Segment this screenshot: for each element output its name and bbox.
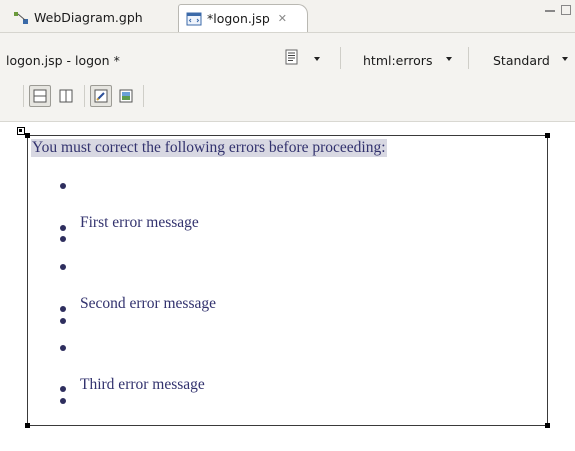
design-view-button[interactable] [90, 85, 112, 107]
split-vertical-icon [59, 89, 73, 103]
resize-handle[interactable] [545, 423, 550, 428]
chevron-down-icon[interactable] [562, 57, 568, 61]
tab-label: *logon.jsp [207, 11, 270, 26]
pencil-icon [94, 89, 108, 103]
tab-logon-jsp[interactable]: *logon.jsp ✕ [178, 4, 308, 32]
maximize-icon[interactable] [561, 5, 571, 15]
list-bullet [60, 318, 66, 324]
toolbar-separator [340, 47, 341, 69]
list-bullet [60, 183, 66, 189]
image-icon [119, 89, 133, 103]
list-bullet [60, 236, 66, 242]
toolbar-separator [143, 85, 144, 107]
minimize-icon[interactable] [545, 10, 555, 12]
list-bullet [60, 225, 66, 231]
web-diagram-icon [12, 10, 30, 26]
list-bullet [60, 264, 66, 270]
chevron-down-icon[interactable] [446, 57, 452, 61]
horizontal-split-button[interactable] [29, 85, 51, 107]
close-icon[interactable]: ✕ [278, 12, 287, 25]
preview-button[interactable] [115, 85, 137, 107]
toolbar-separator [23, 85, 24, 107]
list-bullet [60, 386, 66, 392]
document-title: logon.jsp - logon * [6, 53, 120, 68]
list-bullet [60, 345, 66, 351]
tag-select[interactable]: html:errors [363, 53, 432, 68]
resize-handle[interactable] [25, 133, 30, 138]
jsp-file-icon [185, 11, 203, 27]
editor-toolbar: logon.jsp - logon * html:errors Standard [0, 33, 575, 122]
editor-tab-bar: WebDiagram.gph *logon.jsp ✕ [0, 0, 575, 33]
mode-select[interactable]: Standard [493, 53, 550, 68]
chevron-down-icon[interactable] [314, 57, 320, 61]
toolbar-separator [468, 47, 469, 69]
tag-marker-icon[interactable] [17, 127, 25, 135]
resize-handle[interactable] [25, 423, 30, 428]
error-message: Third error message [80, 376, 205, 393]
list-bullet [60, 398, 66, 404]
error-message: First error message [80, 214, 199, 231]
split-horizontal-icon [33, 89, 47, 103]
list-bullet [60, 306, 66, 312]
page-icon[interactable] [285, 49, 299, 66]
toolbar-separator [84, 85, 85, 107]
vertical-split-button[interactable] [55, 85, 77, 107]
resize-handle[interactable] [545, 133, 550, 138]
errors-heading: You must correct the following errors be… [31, 139, 387, 157]
minimize-maximize-controls[interactable] [545, 4, 575, 20]
tab-label: WebDiagram.gph [34, 10, 143, 25]
tab-webdiagram[interactable]: WebDiagram.gph [6, 4, 174, 31]
error-message: Second error message [80, 295, 217, 312]
